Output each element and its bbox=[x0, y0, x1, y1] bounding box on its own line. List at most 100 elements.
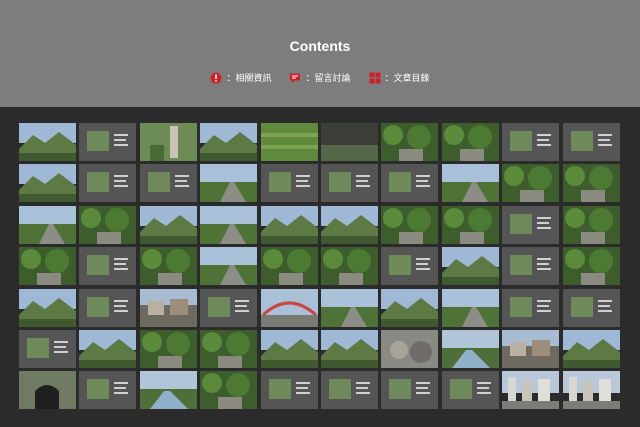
thumbnail-image bbox=[321, 330, 378, 368]
thumbnail-r5-c7[interactable] bbox=[381, 288, 439, 327]
thumbnail-r4-c6[interactable] bbox=[321, 247, 378, 286]
thumbnail-r7-c1[interactable] bbox=[19, 371, 76, 410]
thumbnail-image bbox=[260, 123, 318, 161]
thumbnail-r3-c2[interactable] bbox=[79, 205, 137, 244]
legend-item-article-index[interactable]: ：文章目錄 bbox=[369, 71, 430, 84]
thumbnail-r1-c5[interactable] bbox=[260, 123, 318, 161]
thumbnail-r1-c2[interactable] bbox=[79, 123, 137, 161]
thumbnail-r2-c1[interactable] bbox=[19, 164, 76, 203]
page-title: Contents bbox=[289, 38, 351, 54]
thumbnail-r2-c5[interactable] bbox=[260, 164, 318, 203]
thumbnail-r7-c4[interactable] bbox=[200, 371, 258, 410]
thumbnail-image bbox=[562, 371, 620, 410]
thumbnail-image bbox=[502, 123, 560, 161]
thumbnail-r7-c6[interactable] bbox=[321, 371, 378, 410]
thumbnail-image bbox=[139, 247, 197, 286]
thumbnail-image bbox=[139, 164, 197, 203]
thumbnail-image bbox=[381, 371, 439, 410]
thumbnail-r6-c6[interactable] bbox=[321, 330, 378, 368]
thumbnail-image bbox=[562, 288, 620, 327]
thumbnail-r3-c5[interactable] bbox=[260, 205, 318, 244]
thumbnail-image bbox=[321, 288, 378, 327]
thumbnail-r4-c9[interactable] bbox=[502, 247, 560, 286]
legend-item-comments[interactable]: ：留言討論 bbox=[289, 71, 351, 84]
thumbnail-r7-c3[interactable] bbox=[139, 371, 197, 410]
thumbnail-r2-c8[interactable] bbox=[441, 164, 499, 203]
thumbnail-r7-c2[interactable] bbox=[79, 371, 137, 410]
thumbnail-image bbox=[79, 205, 137, 244]
thumbnail-r7-c9[interactable] bbox=[502, 371, 560, 410]
thumbnail-r4-c4[interactable] bbox=[200, 247, 258, 286]
thumbnail-r5-c4[interactable] bbox=[200, 288, 258, 327]
thumbnail-r3-c3[interactable] bbox=[139, 205, 197, 244]
thumbnail-image bbox=[200, 288, 258, 327]
thumbnail-r6-c8[interactable] bbox=[441, 330, 499, 368]
legend-label-related-info: ：相關資訊 bbox=[226, 74, 272, 84]
thumbnail-r3-c7[interactable] bbox=[381, 205, 439, 244]
thumbnail-r6-c5[interactable] bbox=[260, 330, 318, 368]
thumbnail-r2-c7[interactable] bbox=[381, 164, 439, 203]
info-alert-icon bbox=[210, 72, 222, 83]
thumbnail-image bbox=[200, 164, 258, 203]
thumbnail-r5-c2[interactable] bbox=[79, 288, 137, 327]
thumbnail-r5-c6[interactable] bbox=[321, 288, 378, 327]
thumbnail-image bbox=[381, 123, 439, 161]
thumbnail-r6-c10[interactable] bbox=[562, 330, 620, 368]
comment-icon bbox=[290, 73, 301, 83]
thumbnail-r6-c2[interactable] bbox=[79, 330, 137, 368]
thumbnail-image bbox=[79, 247, 137, 286]
thumbnail-r1-c10[interactable] bbox=[562, 123, 620, 161]
thumbnail-r1-c3[interactable] bbox=[139, 123, 197, 161]
thumbnail-r5-c5[interactable] bbox=[260, 288, 318, 327]
thumbnail-r7-c5[interactable] bbox=[260, 371, 318, 410]
thumbnail-r1-c1[interactable] bbox=[19, 123, 76, 161]
thumbnail-r3-c8[interactable] bbox=[441, 205, 499, 244]
thumbnail-r4-c1[interactable] bbox=[19, 247, 76, 286]
thumbnail-r6-c1[interactable] bbox=[19, 330, 76, 368]
thumbnail-r4-c8[interactable] bbox=[441, 247, 499, 286]
thumbnail-r5-c9[interactable] bbox=[502, 288, 560, 327]
thumbnail-r4-c5[interactable] bbox=[260, 247, 318, 286]
thumbnail-r6-c3[interactable] bbox=[139, 330, 197, 368]
thumbnail-image bbox=[260, 164, 318, 203]
thumbnail-r1-c6[interactable] bbox=[321, 123, 378, 161]
thumbnail-r6-c9[interactable] bbox=[502, 330, 560, 368]
thumbnail-r5-c10[interactable] bbox=[562, 288, 620, 327]
thumbnail-r2-c2[interactable] bbox=[79, 164, 137, 203]
thumbnail-r3-c1[interactable] bbox=[19, 205, 76, 244]
thumbnail-r3-c10[interactable] bbox=[562, 205, 620, 244]
thumbnail-r2-c3[interactable] bbox=[139, 164, 197, 203]
thumbnail-r7-c8[interactable] bbox=[441, 371, 499, 410]
thumbnail-r2-c9[interactable] bbox=[502, 164, 560, 203]
thumbnail-image bbox=[139, 205, 197, 244]
thumbnail-r4-c10[interactable] bbox=[562, 247, 620, 286]
thumbnail-r3-c4[interactable] bbox=[200, 205, 258, 244]
thumbnail-r6-c4[interactable] bbox=[200, 330, 258, 368]
thumbnail-image bbox=[260, 371, 318, 410]
thumbnail-image bbox=[19, 247, 76, 286]
thumbnail-r3-c9[interactable] bbox=[502, 205, 560, 244]
thumbnail-r7-c10[interactable] bbox=[562, 371, 620, 410]
thumbnail-r2-c6[interactable] bbox=[321, 164, 378, 203]
thumbnail-r1-c9[interactable] bbox=[502, 123, 560, 161]
thumbnail-r1-c8[interactable] bbox=[441, 123, 499, 161]
thumbnail-r1-c7[interactable] bbox=[381, 123, 439, 161]
thumbnail-r2-c4[interactable] bbox=[200, 164, 258, 203]
thumbnail-r3-c6[interactable] bbox=[321, 205, 378, 244]
legend-item-related-info[interactable]: ：相關資訊 bbox=[210, 71, 271, 84]
thumbnail-r4-c2[interactable] bbox=[79, 247, 137, 286]
thumbnail-r5-c8[interactable] bbox=[441, 288, 499, 327]
thumbnail-r4-c3[interactable] bbox=[139, 247, 197, 286]
thumbnail-r1-c4[interactable] bbox=[200, 123, 258, 161]
grid-menu-icon bbox=[369, 72, 380, 83]
thumbnail-image bbox=[381, 164, 439, 203]
thumbnail-r5-c3[interactable] bbox=[139, 288, 197, 327]
thumbnail-image bbox=[441, 205, 499, 244]
thumbnail-r6-c7[interactable] bbox=[381, 330, 439, 368]
thumbnail-image bbox=[79, 371, 137, 410]
thumbnail-r7-c7[interactable] bbox=[381, 371, 439, 410]
thumbnail-r4-c7[interactable] bbox=[381, 247, 439, 286]
thumbnail-image bbox=[441, 288, 499, 327]
thumbnail-r5-c1[interactable] bbox=[19, 288, 76, 327]
thumbnail-r2-c10[interactable] bbox=[562, 164, 620, 203]
